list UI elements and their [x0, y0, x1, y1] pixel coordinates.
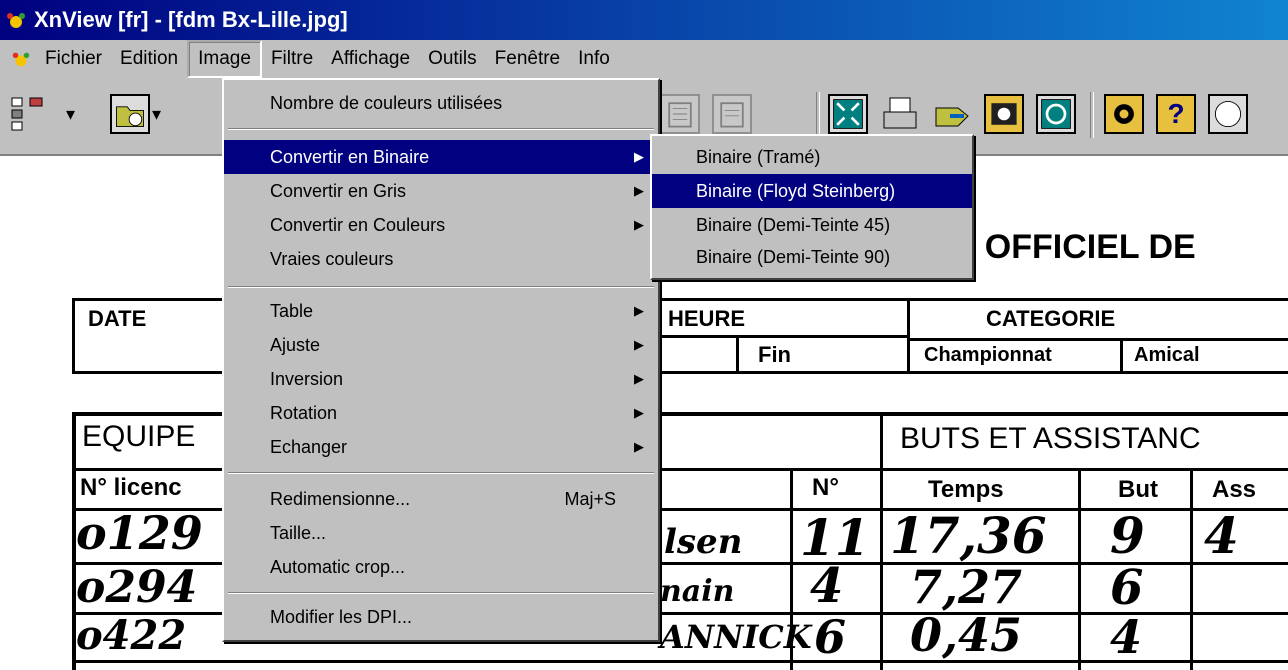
handwritten-but: 9	[1110, 506, 1145, 565]
menu-item-taille[interactable]: Taille...	[224, 516, 658, 550]
menu-item-convertir-couleurs[interactable]: Convertir en Couleurs ▶	[224, 208, 658, 242]
info-icon[interactable]	[1208, 94, 1248, 134]
ass-label: Ass	[1212, 476, 1257, 503]
handwritten-but: 6	[1110, 560, 1144, 616]
submenu-arrow-icon: ▶	[634, 183, 644, 198]
handwritten-ass: 4	[1204, 506, 1239, 565]
submenu-item-binaire-demi-45[interactable]: Binaire (Demi-Teinte 45)	[652, 208, 972, 242]
date-label: DATE	[88, 306, 147, 331]
copy-icon[interactable]	[660, 94, 700, 134]
menu-fenetre[interactable]: Fenêtre	[486, 42, 569, 76]
fullscreen-icon[interactable]	[828, 94, 868, 134]
menu-filtre[interactable]: Filtre	[262, 42, 322, 76]
menu-item-automatic-crop[interactable]: Automatic crop...	[224, 550, 658, 584]
menu-outils[interactable]: Outils	[419, 42, 486, 76]
xnview-logo-icon	[7, 13, 25, 28]
buts-divider	[880, 412, 883, 670]
menu-item-redimensionne[interactable]: Redimensionne... Maj+S	[224, 482, 658, 516]
dropdown-arrow-icon[interactable]: ▾	[152, 94, 174, 134]
browser-icon[interactable]	[6, 94, 46, 134]
submenu-item-binaire-floyd[interactable]: Binaire (Floyd Steinberg)	[652, 174, 972, 208]
slideshow-icon[interactable]	[1036, 94, 1076, 134]
dropdown-arrow-icon[interactable]: ▾	[66, 94, 88, 134]
submenu-arrow-icon: ▶	[634, 371, 644, 386]
binaire-submenu: Binaire (Tramé) Binaire (Floyd Steinberg…	[650, 134, 974, 280]
buts-label: BUTS ET ASSISTANC	[900, 422, 1201, 455]
submenu-arrow-icon: ▶	[634, 149, 644, 164]
menu-fichier[interactable]: Fichier	[36, 42, 111, 76]
handwritten-temps: 0,45	[910, 608, 1023, 662]
submenu-arrow-icon: ▶	[634, 217, 644, 232]
numero-label: N°	[812, 474, 839, 501]
col-line	[1078, 468, 1081, 670]
submenu-item-binaire-demi-90[interactable]: Binaire (Demi-Teinte 90)	[652, 240, 972, 274]
handwritten-number: 4	[810, 558, 844, 614]
handwritten-licence: o422	[76, 612, 187, 659]
submenu-item-binaire-trame[interactable]: Binaire (Tramé)	[652, 140, 972, 174]
handwritten-but: 4	[1110, 610, 1143, 664]
scan-icon[interactable]	[932, 94, 972, 134]
handwritten-name: lsen	[664, 522, 743, 562]
categorie-label: CATEGORIE	[986, 306, 1116, 331]
handwritten-temps: 7,27	[910, 560, 1023, 614]
handwritten-number: 6	[814, 610, 847, 664]
col-line	[1190, 468, 1193, 670]
fin-label: Fin	[758, 342, 791, 367]
menu-item-inversion[interactable]: Inversion ▶	[224, 362, 658, 396]
submenu-arrow-icon: ▶	[634, 405, 644, 420]
capture-icon[interactable]	[984, 94, 1024, 134]
window-title: XnView [fr] - [fdm Bx-Lille.jpg]	[34, 7, 348, 32]
submenu-arrow-icon: ▶	[634, 303, 644, 318]
submenu-arrow-icon: ▶	[634, 439, 644, 454]
but-label: But	[1118, 476, 1158, 503]
print-icon[interactable]	[880, 94, 920, 134]
menu-item-echanger[interactable]: Echanger ▶	[224, 430, 658, 464]
menu-item-convertir-gris[interactable]: Convertir en Gris ▶	[224, 174, 658, 208]
equipe-label: EQUIPE	[82, 420, 196, 453]
menu-image[interactable]: Image	[187, 40, 262, 78]
menu-item-modifier-dpi[interactable]: Modifier les DPI...	[224, 600, 658, 634]
shortcut-label: Maj+S	[564, 489, 616, 509]
document-icon[interactable]	[10, 48, 32, 70]
handwritten-temps: 17,36	[890, 506, 1047, 565]
temps-label: Temps	[928, 476, 1004, 503]
championnat-label: Championnat	[924, 344, 1052, 366]
menu-info[interactable]: Info	[569, 42, 619, 76]
menu-item-table[interactable]: Table ▶	[224, 294, 658, 328]
championnat-divider	[1120, 338, 1123, 374]
submenu-arrow-icon: ▶	[634, 337, 644, 352]
menu-bar: Fichier Edition Image Filtre Affichage O…	[0, 40, 1288, 78]
handwritten-licence: o294	[76, 562, 198, 613]
menu-item-rotation[interactable]: Rotation ▶	[224, 396, 658, 430]
menu-item-nombre-couleurs[interactable]: Nombre de couleurs utilisées	[224, 86, 658, 120]
licence-label: N° licenc	[80, 474, 182, 501]
heure-label: HEURE	[668, 306, 746, 331]
menu-item-vraies-couleurs[interactable]: Vraies couleurs	[224, 242, 658, 276]
menu-item-convertir-binaire[interactable]: Convertir en Binaire ▶	[224, 140, 658, 174]
settings-gear-icon[interactable]	[1104, 94, 1144, 134]
help-icon[interactable]: ?	[1156, 94, 1196, 134]
amical-label: Amical	[1134, 344, 1200, 366]
handwritten-name: ANNICK	[660, 618, 812, 656]
image-menu: Nombre de couleurs utilisées Convertir e…	[222, 78, 660, 642]
row-line	[72, 660, 1288, 663]
title-bar: XnView [fr] - [fdm Bx-Lille.jpg]	[0, 0, 1288, 40]
paste-icon[interactable]	[712, 94, 752, 134]
menu-affichage[interactable]: Affichage	[322, 42, 419, 76]
handwritten-licence: o129	[76, 506, 203, 560]
handwritten-name: nain	[660, 574, 735, 609]
open-folder-icon[interactable]	[110, 94, 150, 134]
menu-item-ajuste[interactable]: Ajuste ▶	[224, 328, 658, 362]
menu-edition[interactable]: Edition	[111, 42, 187, 76]
